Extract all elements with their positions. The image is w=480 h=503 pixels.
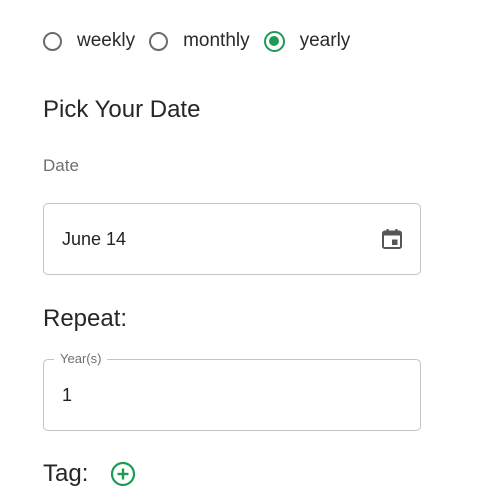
years-input-value[interactable]: 1: [62, 385, 72, 406]
radio-weekly-label[interactable]: weekly: [77, 30, 135, 52]
years-input[interactable]: Year(s) 1: [43, 351, 421, 431]
radio-monthly[interactable]: monthly: [149, 30, 250, 52]
add-tag-button[interactable]: [108, 459, 138, 489]
frequency-radio-group: weekly monthly yearly: [43, 26, 350, 56]
tag-row: Tag:: [43, 459, 138, 489]
radio-weekly[interactable]: weekly: [43, 30, 135, 52]
repeat-title: Repeat:: [43, 305, 128, 332]
radio-yearly-indicator[interactable]: [263, 30, 285, 52]
radio-yearly-label[interactable]: yearly: [300, 30, 351, 52]
date-input[interactable]: June 14: [43, 203, 421, 275]
date-field-caption: Date: [43, 156, 79, 175]
radio-weekly-indicator[interactable]: [43, 31, 62, 51]
tag-label: Tag:: [43, 460, 89, 487]
radio-monthly-indicator[interactable]: [149, 31, 169, 51]
radio-monthly-label[interactable]: monthly: [183, 30, 250, 52]
pick-date-title: Pick Your Date: [43, 96, 201, 123]
calendar-icon[interactable]: [380, 227, 404, 251]
date-input-value[interactable]: June 14: [62, 229, 380, 250]
add-circle-icon[interactable]: [110, 461, 136, 487]
radio-yearly[interactable]: yearly: [263, 30, 351, 52]
years-input-legend: Year(s): [54, 351, 108, 366]
